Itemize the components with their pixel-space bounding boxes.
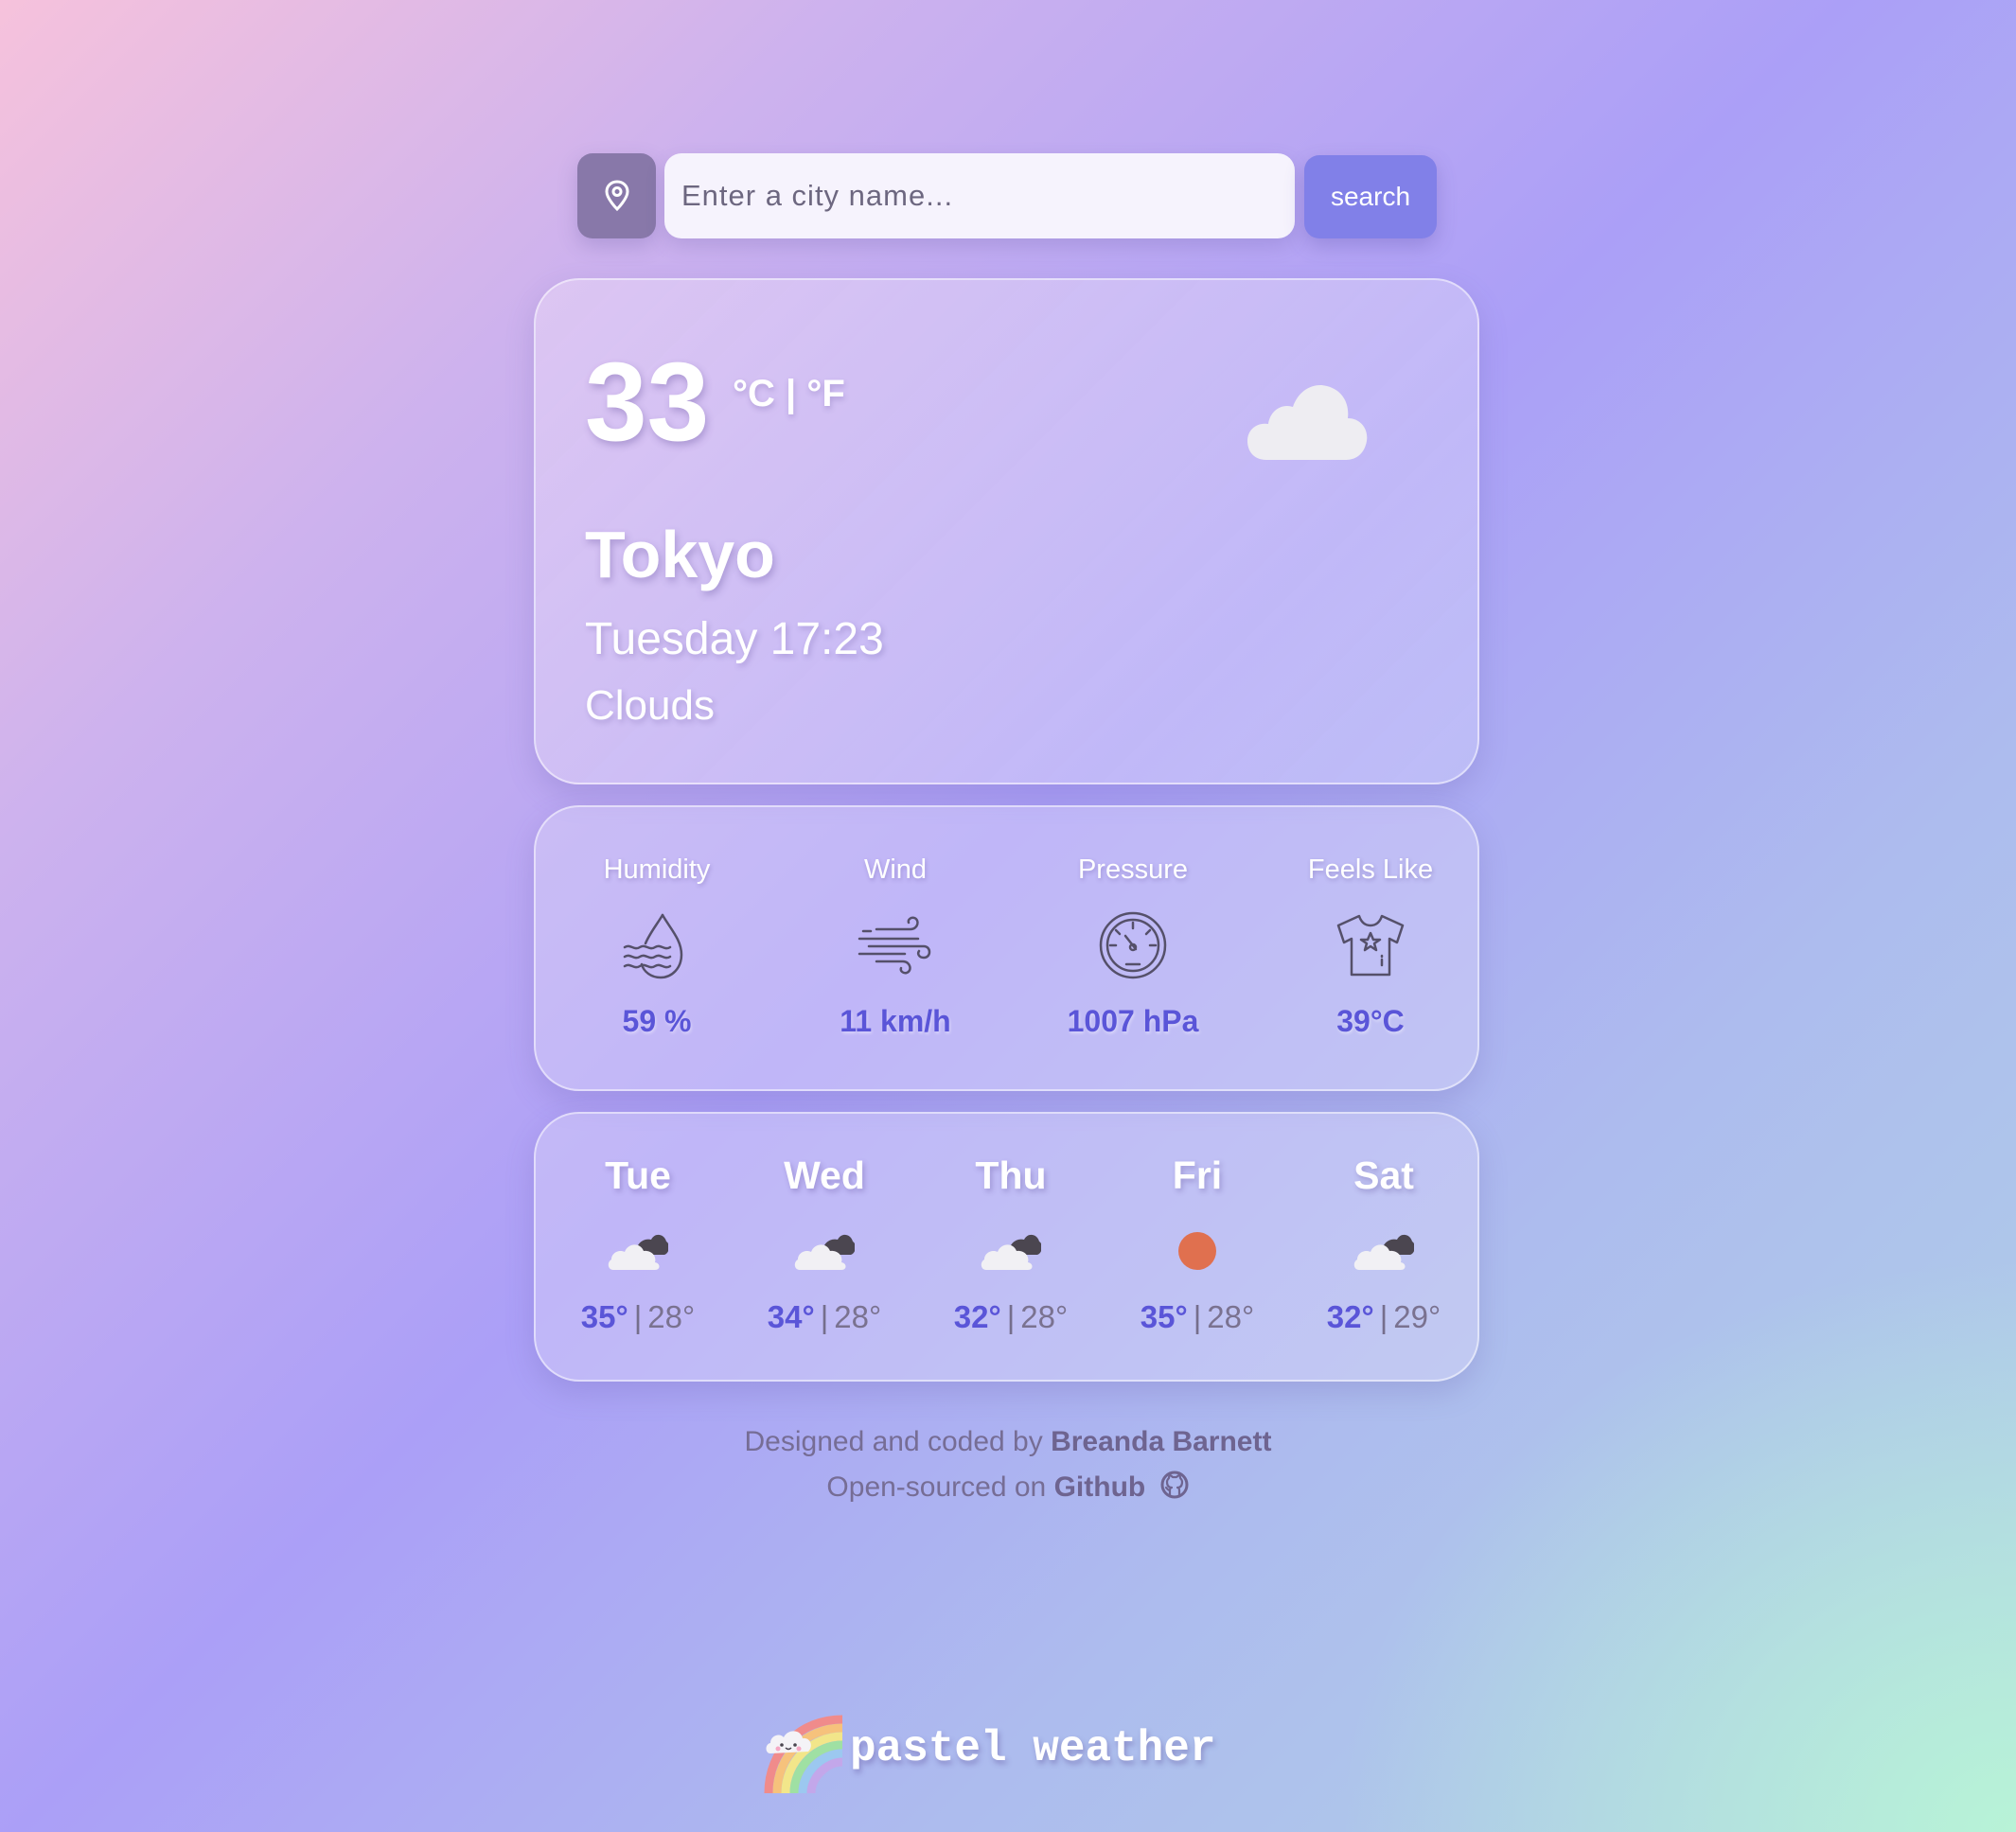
- unit-separator: |: [786, 373, 797, 414]
- forecast-day-name: Sat: [1353, 1154, 1414, 1197]
- broken-clouds-icon: [562, 1218, 714, 1284]
- temp-separator: |: [1006, 1299, 1016, 1334]
- forecast-day: Tue 35° | 28°: [562, 1154, 714, 1335]
- temp-separator: |: [1379, 1299, 1388, 1334]
- forecast-min: 28°: [834, 1299, 882, 1334]
- feels-like-value: 39°C: [1336, 1004, 1405, 1038]
- current-temperature: 33: [585, 340, 710, 465]
- city-name: Tokyo: [585, 518, 775, 591]
- search-input[interactable]: [664, 153, 1295, 238]
- credit-line: Designed and coded by Breanda Barnett: [0, 1419, 2016, 1465]
- wind-detail: Wind 11 km/h: [796, 854, 995, 1039]
- forecast-min: 28°: [1207, 1299, 1255, 1334]
- temp-separator: |: [820, 1299, 829, 1334]
- wind-label: Wind: [863, 854, 928, 885]
- date-time: Tuesday 17:23: [585, 614, 884, 664]
- forecast-max: 32°: [953, 1299, 1001, 1334]
- forecast-day: Sat 32° | 29°: [1308, 1154, 1459, 1335]
- wind-value: 11 km/h: [840, 1004, 951, 1038]
- tshirt-icon: [1271, 902, 1470, 989]
- weather-details-card: Humidity 59 % Wind 11 km/h Pressure 1007…: [534, 805, 1479, 1091]
- humidity-detail: Humidity 59 %: [557, 854, 756, 1039]
- forecast-card: Tue 35° | 28° Wed 34° | 28° Thu 32° | 28…: [534, 1112, 1479, 1382]
- temp-separator: |: [633, 1299, 643, 1334]
- github-link[interactable]: Github: [1054, 1471, 1146, 1503]
- forecast-temps: 35° | 28°: [562, 1299, 714, 1335]
- feels-like-label: Feels Like: [1307, 854, 1434, 885]
- forecast-day: Fri 35° | 28°: [1122, 1154, 1273, 1335]
- current-weather-card: 33 °C | °F Tokyo Tuesday 17:23 Clouds: [534, 278, 1479, 784]
- credit-text: Designed and coded by: [744, 1426, 1043, 1457]
- forecast-day: Thu 32° | 28°: [935, 1154, 1087, 1335]
- broken-clouds-icon: [1308, 1218, 1459, 1284]
- celsius-link[interactable]: °C: [733, 373, 775, 414]
- broken-clouds-icon: [749, 1218, 900, 1284]
- forecast-max: 35°: [580, 1299, 628, 1334]
- pressure-value: 1007 hPa: [1067, 1004, 1199, 1038]
- author-link[interactable]: Breanda Barnett: [1051, 1426, 1271, 1457]
- forecast-day-name: Thu: [975, 1154, 1047, 1197]
- search-bar: search: [577, 153, 1437, 238]
- brand-name: pastel weather: [850, 1724, 1216, 1773]
- source-text: Open-sourced on: [826, 1471, 1047, 1503]
- location-button[interactable]: [577, 153, 656, 238]
- pressure-label: Pressure: [1077, 854, 1189, 885]
- forecast-day-name: Wed: [784, 1154, 865, 1197]
- weather-app: search 33 °C | °F Tokyo Tuesday 17:23 Cl…: [0, 0, 2016, 1832]
- humidity-label: Humidity: [603, 854, 711, 885]
- footer: Designed and coded by Breanda Barnett Op…: [0, 1419, 2016, 1510]
- cloud-icon: [1247, 380, 1371, 470]
- forecast-max: 34°: [767, 1299, 815, 1334]
- forecast-day-name: Fri: [1172, 1154, 1223, 1197]
- forecast-temps: 32° | 28°: [935, 1299, 1087, 1335]
- forecast-max: 32°: [1326, 1299, 1374, 1334]
- gauge-icon: [1034, 902, 1232, 989]
- github-icon[interactable]: [1159, 1470, 1190, 1500]
- wind-icon: [796, 902, 995, 989]
- broken-clouds-icon: [935, 1218, 1087, 1284]
- sun-icon: [1122, 1218, 1273, 1284]
- weather-condition: Clouds: [585, 682, 715, 729]
- forecast-min: 28°: [1020, 1299, 1069, 1334]
- forecast-day-name: Tue: [605, 1154, 671, 1197]
- feels-like-detail: Feels Like 39°C: [1271, 854, 1470, 1039]
- forecast-max: 35°: [1140, 1299, 1188, 1334]
- unit-toggle: °C | °F: [733, 373, 845, 415]
- humidity-drop-icon: [557, 902, 756, 989]
- rainbow-cloud-icon: [764, 1715, 843, 1794]
- map-pin-icon: [604, 180, 629, 212]
- forecast-temps: 35° | 28°: [1122, 1299, 1273, 1335]
- forecast-temps: 34° | 28°: [749, 1299, 900, 1335]
- fahrenheit-link[interactable]: °F: [806, 373, 844, 414]
- forecast-temps: 32° | 29°: [1308, 1299, 1459, 1335]
- app-logo: pastel weather: [763, 1711, 1215, 1796]
- pressure-detail: Pressure 1007 hPa: [1034, 854, 1232, 1039]
- forecast-min: 29°: [1393, 1299, 1441, 1334]
- source-line: Open-sourced on Github: [0, 1465, 2016, 1510]
- search-button[interactable]: search: [1304, 155, 1437, 238]
- forecast-min: 28°: [647, 1299, 696, 1334]
- humidity-value: 59 %: [622, 1004, 692, 1038]
- temp-separator: |: [1193, 1299, 1202, 1334]
- forecast-day: Wed 34° | 28°: [749, 1154, 900, 1335]
